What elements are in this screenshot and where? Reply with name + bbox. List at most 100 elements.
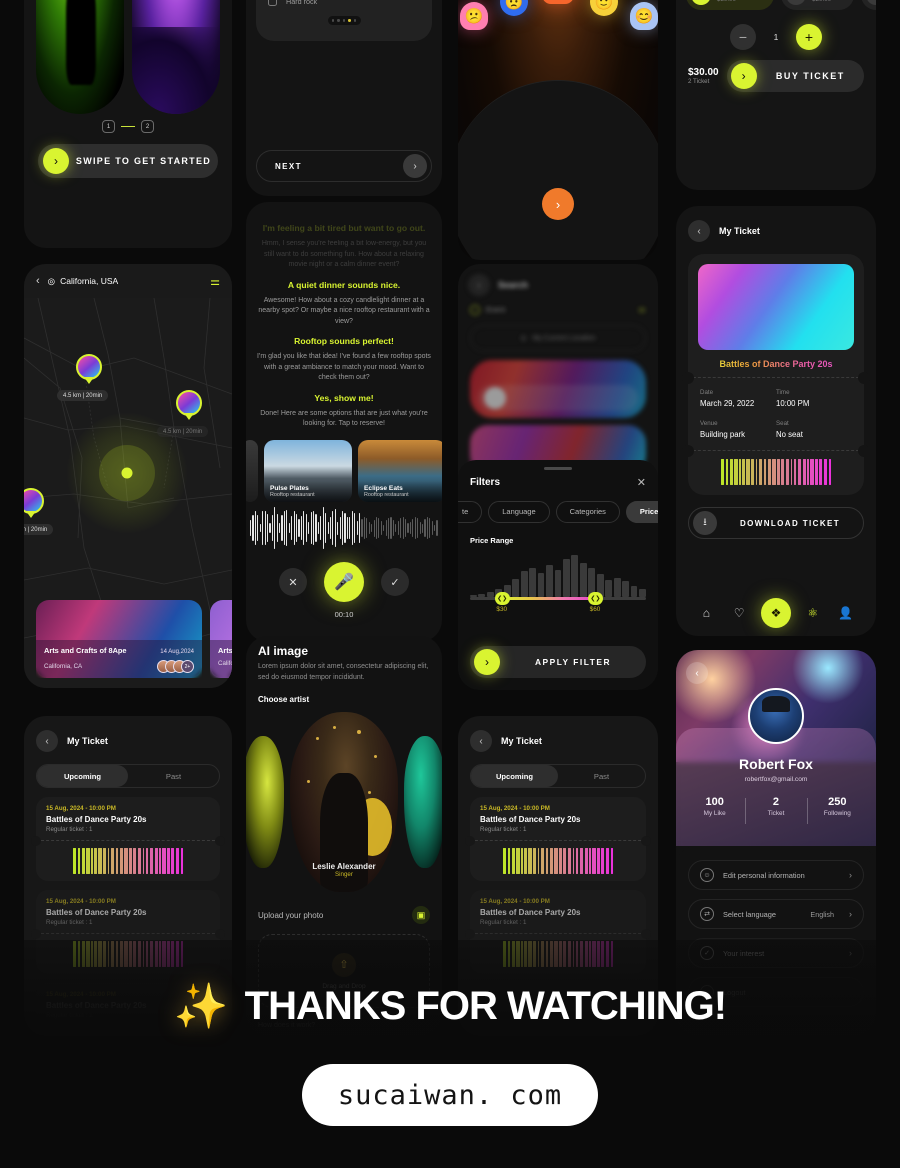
package-option-vip[interactable]: ♛ VIP packages $30.00	[686, 0, 775, 10]
filter-tabs[interactable]: te Language Categories Price Art	[458, 500, 658, 523]
map-location[interactable]: ◎ California, USA	[48, 276, 202, 287]
check-icon[interactable]: ✓	[381, 568, 409, 596]
package-selector[interactable]: ♛ VIP packages $30.00 🛏 Section 2 $20.00…	[686, 0, 876, 10]
waveform-bar	[358, 513, 361, 543]
mood-emoji-confused[interactable]: 😕	[460, 2, 488, 30]
map-surface[interactable]: 4.5 km | 20min 4.5 km | 20min 4.5 km | 2…	[24, 298, 232, 688]
website-badge[interactable]: sucaiwan. com	[302, 1064, 598, 1126]
recording-controls[interactable]: ✕ 🎤 ✓	[246, 562, 442, 602]
scan-icon[interactable]: ▣	[412, 906, 430, 924]
price-range-slider[interactable]: ❮❯ ❮❯	[470, 591, 646, 605]
artist-option-next[interactable]	[404, 736, 442, 868]
buy-ticket-button[interactable]: › BUY TICKET	[726, 60, 864, 92]
event-location: California	[218, 660, 232, 667]
list-item[interactable]: 15 Aug, 2024 - 10:00 PM Battles of Dance…	[31, 797, 225, 881]
back-icon[interactable]: ‹	[470, 730, 492, 752]
ticket-icon[interactable]: ❖	[760, 598, 791, 628]
tab-upcoming[interactable]: Upcoming	[471, 765, 558, 787]
histogram-bar	[622, 581, 630, 597]
heart-icon[interactable]: ♡	[728, 602, 750, 624]
mood-emoji-neutral[interactable]: 🙂	[590, 0, 618, 16]
tab-upcoming[interactable]: Upcoming	[37, 765, 128, 787]
back-icon[interactable]: ‹	[36, 730, 58, 752]
event-filter[interactable]: Event	[470, 304, 505, 315]
step-2[interactable]: 2	[141, 120, 154, 133]
close-icon[interactable]: ✕	[637, 476, 646, 489]
filter-sliders-icon[interactable]: ⚌	[638, 304, 646, 315]
tab-past[interactable]: Past	[558, 765, 645, 787]
back-icon[interactable]: ‹	[686, 662, 708, 684]
settings-row-edit-info[interactable]: ☺ Edit personal information ›	[688, 860, 864, 890]
list-item[interactable]: Hard rock	[268, 0, 420, 10]
checkbox-icon[interactable]	[268, 0, 277, 6]
tab-past[interactable]: Past	[128, 765, 219, 787]
decrement-button[interactable]: −	[730, 24, 756, 50]
avatar[interactable]	[748, 688, 804, 744]
search-event-row[interactable]: Event ⚌	[458, 296, 658, 315]
waveform-bar	[269, 523, 271, 533]
mood-next-button[interactable]: ›	[542, 188, 574, 220]
slider-knob-min[interactable]: ❮❯	[494, 591, 510, 605]
stat-following[interactable]: 250 Following	[806, 796, 868, 824]
stat-ticket[interactable]: 2 Ticket	[745, 796, 806, 824]
home-icon[interactable]: ⌂	[695, 602, 717, 624]
download-ticket-button[interactable]: ⭳ DOWNLOAD TICKET	[688, 507, 864, 539]
onboarding-image-carousel[interactable]	[36, 0, 220, 116]
settings-row-language[interactable]: ⇄ Select language English ›	[688, 899, 864, 929]
tab-date[interactable]: te	[458, 500, 483, 523]
close-icon[interactable]: ✕	[279, 568, 307, 596]
slider-knob-max[interactable]: ❮❯	[587, 591, 603, 605]
explore-icon[interactable]: ⚛	[802, 602, 824, 624]
step-1[interactable]: 1	[102, 120, 115, 133]
event-card[interactable]: Arts and Crafts of 8Ape 14 Aug,2024 Cali…	[36, 600, 202, 678]
mood-emoji-angry[interactable]: 😡	[542, 0, 574, 4]
package-option-section2[interactable]: 🛏 Section 2 $20.00	[781, 0, 855, 10]
outro-overlay: ✨ THANKS FOR WATCHING! sucaiwan. com	[0, 940, 900, 1168]
swipe-to-start-button[interactable]: › SWIPE TO GET STARTED	[38, 144, 218, 178]
list-item[interactable]: 15 Aug, 2024 - 10:00 PM Battles of Dance…	[465, 797, 651, 881]
page-title: My Ticket	[67, 736, 108, 746]
tab-categories[interactable]: Categories	[555, 500, 620, 523]
next-button[interactable]: NEXT ›	[256, 150, 432, 182]
map-event-carousel[interactable]: Arts and Crafts of 8Ape 14 Aug,2024 Cali…	[36, 600, 232, 678]
microphone-icon[interactable]: 🎤	[324, 562, 364, 602]
increment-button[interactable]: +	[796, 24, 822, 50]
restaurant-carousel[interactable]: Pulse Plates Rooftop restaurant Eclipse …	[246, 439, 442, 502]
mood-emoji-happy[interactable]: 😊	[630, 2, 658, 30]
current-location-button[interactable]: ◎ My Current Location	[470, 325, 646, 351]
ticket-name: Battles of Dance Party 20s	[480, 908, 581, 917]
restaurant-card[interactable]: Eclipse Eats Rooftop restaurant	[358, 439, 442, 502]
map-pin-label: 4.5 km | 20min	[24, 524, 54, 535]
back-icon[interactable]: ‹	[688, 220, 710, 242]
restaurant-card-partial[interactable]	[246, 439, 258, 502]
segmented-control[interactable]: Upcoming Past	[470, 764, 646, 788]
barcode-bar	[828, 459, 832, 485]
mood-selector-wheel[interactable]: 😕 😟 😡 🙂 😊	[458, 0, 658, 30]
map-pin[interactable]	[176, 390, 202, 416]
back-icon[interactable]: ‹	[36, 275, 40, 287]
mood-emoji-sad[interactable]: 😟	[500, 0, 528, 16]
back-icon[interactable]: ‹	[468, 274, 490, 296]
apply-filter-button[interactable]: › APPLY FILTER	[470, 646, 646, 678]
search-result-card[interactable]	[470, 360, 646, 418]
package-option-section3[interactable]: 🛏 Sect $15.0	[861, 0, 876, 10]
artist-carousel[interactable]: Leslie Alexander Singer	[246, 712, 442, 892]
waveform-bar	[436, 520, 438, 536]
restaurant-card[interactable]: Pulse Plates Rooftop restaurant	[264, 439, 352, 502]
event-card[interactable]: Arts and Cr California	[210, 600, 232, 678]
pagination-dots[interactable]	[327, 16, 361, 25]
stat-my-like[interactable]: 100 My Like	[684, 796, 745, 817]
tab-language[interactable]: Language	[488, 500, 550, 523]
quantity-stepper[interactable]: − 1 +	[676, 24, 876, 50]
profile-icon[interactable]: 👤	[835, 602, 857, 624]
restaurant-type: Rooftop restaurant	[270, 491, 315, 498]
segmented-control[interactable]: Upcoming Past	[36, 764, 220, 788]
artist-option-selected[interactable]: Leslie Alexander Singer	[290, 712, 398, 892]
onboarding-panel: 1 2 › SWIPE TO GET STARTED	[24, 0, 232, 248]
artist-option-prev[interactable]	[246, 736, 284, 868]
bottom-tab-bar[interactable]: ⌂ ♡ ❖ ⚛ 👤	[676, 598, 876, 628]
tab-price[interactable]: Price	[625, 500, 658, 523]
upload-photo-row[interactable]: Upload your photo ▣	[246, 892, 442, 924]
filter-sliders-icon[interactable]: ⚌	[210, 275, 220, 288]
map-pin[interactable]	[76, 354, 102, 380]
